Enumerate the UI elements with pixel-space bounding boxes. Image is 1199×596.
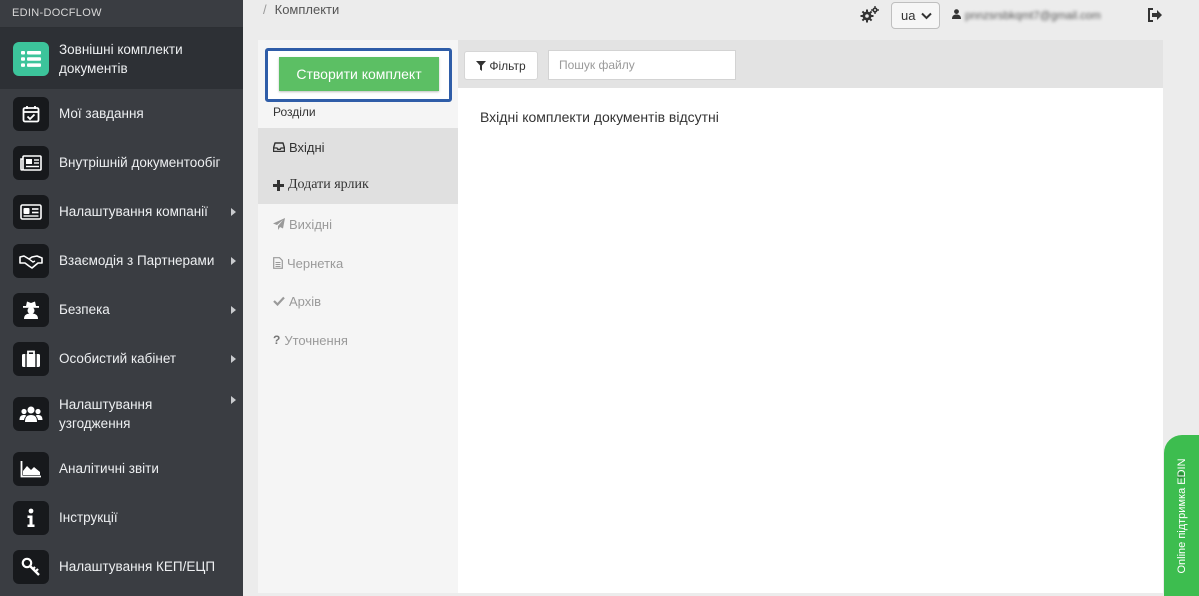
section-label: Вихідні — [289, 216, 332, 232]
filter-icon — [476, 60, 487, 71]
users-icon — [13, 396, 49, 431]
user-secret-icon — [13, 292, 49, 327]
section-label: Уточнення — [284, 332, 348, 348]
list-icon — [13, 41, 49, 76]
breadcrumb-separator: / — [263, 2, 267, 17]
sidebar-item-label: Особистий кабінет — [59, 351, 177, 366]
briefcase-icon — [13, 341, 49, 376]
sections-sidebar: Створити комплект Розділи Вхідні Додати … — [258, 40, 458, 593]
filter-button[interactable]: Фільтр — [464, 51, 538, 80]
sidebar-item-security[interactable]: Безпека — [0, 285, 243, 334]
content-panel: Створити комплект Розділи Вхідні Додати … — [258, 40, 1163, 593]
sidebar-item-label: Взаємодія з Партнерами — [59, 253, 215, 268]
sidebar-item-company-settings[interactable]: Налаштування компанії — [0, 187, 243, 236]
chevron-right-icon — [231, 305, 236, 314]
online-support-tab[interactable]: Online підтримка EDIN — [1164, 435, 1199, 596]
sidebar-item-label: Мої завдання — [59, 106, 144, 121]
gears-icon[interactable] — [860, 6, 880, 29]
sidebar-item-external-kits[interactable]: Зовнішні комплекти документів — [0, 28, 243, 89]
key-icon — [13, 549, 49, 584]
sidebar-item-label: Аналітичні звіти — [59, 461, 159, 476]
sidebar-item-label: Внутрішній документообіг — [59, 155, 221, 170]
brand-logo[interactable]: EDIN-DOCFLOW — [0, 0, 243, 28]
user-icon — [952, 9, 961, 22]
id-card-icon — [13, 194, 49, 229]
sidebar: EDIN-DOCFLOW Зовнішні комплекти документ… — [0, 0, 243, 596]
support-label: Online підтримка EDIN — [1175, 457, 1188, 574]
sidebar-item-kep-settings[interactable]: Налаштування КЕП/ЕЦП — [0, 542, 243, 591]
question-icon: ? — [273, 333, 281, 347]
sidebar-item-label: Налаштування КЕП/ЕЦП — [59, 559, 216, 574]
info-icon — [13, 500, 49, 535]
sidebar-item-instructions[interactable]: Інструкції — [0, 493, 243, 542]
section-outgoing[interactable]: Вихідні — [258, 205, 458, 243]
sidebar-item-label: Налаштування узгодження — [59, 396, 153, 431]
section-clarification[interactable]: ? Уточнення — [258, 321, 458, 359]
sidebar-item-label: Налаштування компанії — [59, 204, 208, 219]
sidebar-item-personal-cabinet[interactable]: Особистий кабінет — [0, 334, 243, 383]
breadcrumb: / Комплекти — [263, 2, 339, 17]
area-chart-icon — [13, 451, 49, 486]
language-value: ua — [901, 8, 916, 23]
file-search-input[interactable] — [548, 50, 736, 80]
section-archive[interactable]: Архів — [258, 282, 458, 320]
sidebar-item-my-tasks[interactable]: Мої завдання — [0, 89, 243, 138]
breadcrumb-current[interactable]: Комплекти — [275, 2, 340, 17]
sections-title: Розділи — [273, 105, 316, 119]
section-label: Архів — [289, 293, 322, 309]
sidebar-item-label: Безпека — [59, 302, 110, 317]
inbox-icon — [273, 142, 285, 152]
section-draft[interactable]: Чернетка — [258, 244, 458, 282]
check-icon — [273, 296, 285, 306]
paper-plane-icon — [273, 218, 285, 230]
toolbar: Фільтр — [458, 40, 1163, 88]
topbar: / Комплекти ua pnnzsrsbkqmt7@gmail.com — [243, 0, 1199, 30]
sidebar-item-label: Зовнішні комплекти документів — [59, 41, 183, 76]
sidebar-item-partners[interactable]: Взаємодія з Партнерами — [0, 236, 243, 285]
plus-icon — [273, 179, 284, 191]
section-label: Вхідні — [289, 139, 325, 155]
chevron-down-icon — [921, 8, 933, 23]
section-label: Додати ярлик — [288, 177, 369, 192]
user-email: pnnzsrsbkqmt7@gmail.com — [965, 9, 1101, 22]
file-text-icon — [273, 257, 283, 269]
handshake-icon — [13, 243, 49, 278]
sidebar-item-approval-settings[interactable]: Налаштування узгодження — [0, 383, 243, 444]
language-select[interactable]: ua — [891, 2, 940, 29]
sidebar-item-label: Інструкції — [59, 510, 118, 525]
sign-out-icon[interactable] — [1147, 8, 1163, 27]
section-add-label[interactable]: Додати ярлик — [258, 166, 458, 204]
newspaper-icon — [13, 145, 49, 180]
empty-state-message: Вхідні комплекти документів відсутні — [480, 109, 719, 125]
sidebar-item-internal-docflow[interactable]: Внутрішній документообіг — [0, 138, 243, 187]
create-button-highlight: Створити комплект — [265, 48, 452, 102]
chevron-right-icon — [231, 256, 236, 265]
filter-label: Фільтр — [489, 58, 526, 73]
user-menu[interactable]: pnnzsrsbkqmt7@gmail.com — [952, 9, 1101, 22]
chevron-right-icon — [231, 354, 236, 363]
section-label: Чернетка — [287, 255, 344, 271]
section-incoming[interactable]: Вхідні — [258, 128, 458, 166]
sidebar-item-analytics[interactable]: Аналітичні звіти — [0, 444, 243, 493]
calendar-check-icon — [13, 96, 49, 131]
chevron-right-icon — [231, 207, 236, 216]
create-kit-button[interactable]: Створити комплект — [279, 57, 439, 91]
chevron-right-icon — [231, 396, 236, 404]
